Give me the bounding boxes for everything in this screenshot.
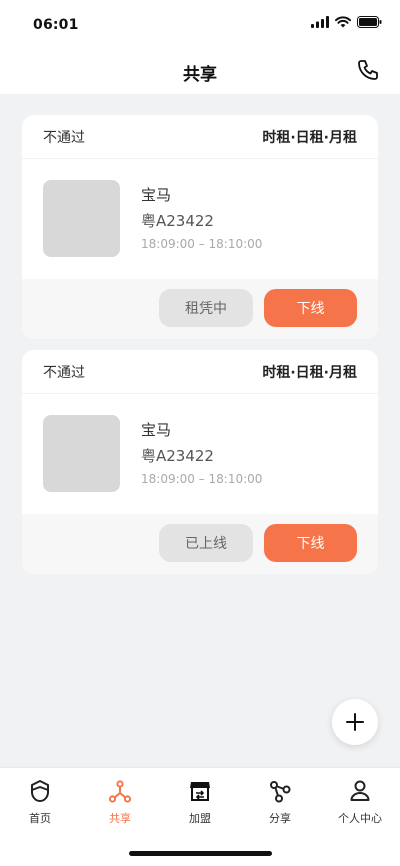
status-time: 06:01 bbox=[33, 17, 79, 33]
offline-button[interactable]: 下线 bbox=[264, 289, 357, 327]
card-body: 宝马 粤A23422 18:09:00 – 18:10:00 bbox=[22, 159, 378, 279]
tab-share[interactable]: 分享 bbox=[240, 778, 320, 826]
car-plate: 粤A23422 bbox=[141, 212, 214, 230]
tab-profile[interactable]: 个人中心 bbox=[320, 778, 400, 826]
review-status: 不通过 bbox=[43, 129, 85, 146]
listing-card[interactable]: 不通过 时租·日租·月租 宝马 粤A23422 18:09:00 – 18:10… bbox=[22, 350, 378, 574]
nav-bar: 共享 bbox=[0, 48, 400, 94]
rental-plans: 时租·日租·月租 bbox=[262, 129, 357, 146]
card-header: 不通过 时租·日租·月租 bbox=[22, 115, 378, 159]
status-bar: 06:01 bbox=[0, 0, 400, 48]
status-icons bbox=[311, 16, 382, 28]
store-icon bbox=[187, 778, 213, 804]
phone-icon bbox=[358, 60, 378, 80]
tab-franchise[interactable]: 加盟 bbox=[160, 778, 240, 826]
add-button[interactable] bbox=[332, 699, 378, 745]
home-shield-icon bbox=[27, 778, 53, 804]
offline-button[interactable]: 下线 bbox=[264, 524, 357, 562]
tab-home[interactable]: 首页 bbox=[0, 778, 80, 826]
card-footer: 已上线 下线 bbox=[22, 514, 378, 574]
tab-label: 首页 bbox=[29, 812, 51, 825]
car-name: 宝马 bbox=[141, 186, 172, 204]
car-plate: 粤A23422 bbox=[141, 447, 214, 465]
page-title: 共享 bbox=[183, 65, 217, 85]
renting-status-button[interactable]: 租凭中 bbox=[159, 289, 253, 327]
tab-label: 共享 bbox=[109, 812, 131, 825]
user-icon bbox=[347, 778, 373, 804]
wifi-icon bbox=[335, 16, 351, 28]
rental-time-range: 18:09:00 – 18:10:00 bbox=[141, 237, 263, 251]
home-indicator bbox=[129, 851, 272, 856]
plus-icon bbox=[346, 713, 364, 731]
review-status: 不通过 bbox=[43, 364, 85, 381]
car-image bbox=[43, 180, 120, 257]
tab-share-cars[interactable]: 共享 bbox=[80, 778, 160, 826]
signal-icon bbox=[311, 16, 329, 28]
car-image bbox=[43, 415, 120, 492]
battery-icon bbox=[357, 16, 382, 28]
online-status-button[interactable]: 已上线 bbox=[159, 524, 253, 562]
tab-label: 个人中心 bbox=[338, 812, 382, 825]
phone-button[interactable] bbox=[355, 57, 381, 83]
card-body: 宝马 粤A23422 18:09:00 – 18:10:00 bbox=[22, 394, 378, 514]
card-footer: 租凭中 下线 bbox=[22, 279, 378, 339]
rental-plans: 时租·日租·月租 bbox=[262, 364, 357, 381]
card-header: 不通过 时租·日租·月租 bbox=[22, 350, 378, 394]
listing-card[interactable]: 不通过 时租·日租·月租 宝马 粤A23422 18:09:00 – 18:10… bbox=[22, 115, 378, 339]
tab-label: 加盟 bbox=[189, 812, 211, 825]
car-name: 宝马 bbox=[141, 421, 172, 439]
rental-time-range: 18:09:00 – 18:10:00 bbox=[141, 472, 263, 486]
share-icon bbox=[267, 778, 293, 804]
share-nodes-icon bbox=[107, 778, 133, 804]
tab-label: 分享 bbox=[269, 812, 291, 825]
